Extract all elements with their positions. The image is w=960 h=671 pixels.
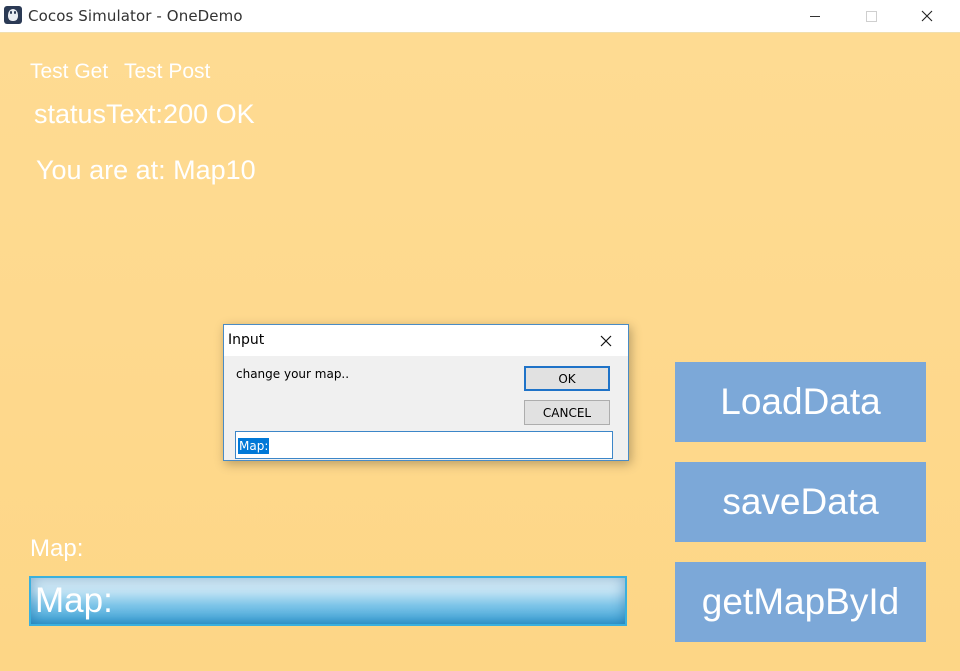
maximize-icon — [865, 10, 877, 22]
dialog-input-field[interactable]: Map: — [235, 431, 613, 459]
window-titlebar: Cocos Simulator - OneDemo — [0, 0, 960, 33]
status-text: statusText:200 OK — [34, 99, 255, 129]
cancel-button[interactable]: CANCEL — [524, 400, 610, 425]
dialog-title: Input — [228, 332, 265, 348]
save-data-button[interactable]: saveData — [675, 462, 926, 542]
maximize-button[interactable] — [848, 0, 894, 32]
window-title: Cocos Simulator - OneDemo — [28, 7, 243, 25]
dialog-titlebar: Input — [224, 325, 628, 356]
map-label: Map: — [30, 535, 84, 562]
ok-button[interactable]: OK — [524, 366, 610, 391]
dialog-close-button[interactable] — [584, 325, 628, 356]
cocos-app-icon — [4, 6, 22, 24]
test-post-link[interactable]: Test Post — [124, 60, 210, 84]
location-text: You are at: Map10 — [36, 155, 256, 185]
load-data-button[interactable]: LoadData — [675, 362, 926, 442]
dialog-input-selected-text: Map: — [238, 438, 270, 454]
minimize-button[interactable] — [792, 0, 838, 32]
minimize-icon — [810, 15, 820, 17]
input-dialog: Input change your map.. OK CANCEL Map: — [223, 324, 629, 461]
dialog-message: change your map.. — [236, 367, 350, 381]
get-map-by-id-button[interactable]: getMapById — [675, 562, 926, 642]
close-icon — [600, 335, 612, 346]
test-get-link[interactable]: Test Get — [30, 60, 108, 84]
close-icon — [921, 10, 933, 22]
close-button[interactable] — [904, 0, 950, 32]
map-input[interactable]: Map: — [29, 576, 627, 626]
